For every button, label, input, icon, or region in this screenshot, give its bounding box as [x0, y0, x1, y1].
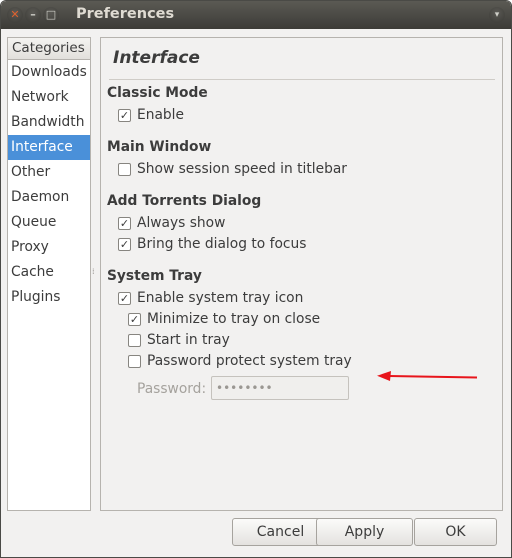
category-item-proxy[interactable]: Proxy: [8, 235, 90, 260]
window-title: Preferences: [76, 6, 175, 22]
checkbox-icon: ✓: [118, 216, 131, 230]
category-item-queue[interactable]: Queue: [8, 210, 90, 235]
minimize-icon[interactable]: –: [25, 7, 41, 23]
preferences-window: ✕ – □ Preferences ▾ Categories Downloads…: [0, 0, 512, 558]
checkbox-icon: [118, 162, 131, 176]
maximize-icon[interactable]: □: [43, 7, 59, 23]
checkbox-label: Show session speed in titlebar: [137, 161, 347, 177]
checkbox-label: Enable: [137, 107, 184, 123]
checkbox-label: Password protect system tray: [147, 353, 352, 369]
checkbox-icon: [128, 333, 141, 347]
system-tray-heading: System Tray: [107, 268, 202, 284]
apply-button[interactable]: Apply: [316, 518, 413, 546]
close-icon[interactable]: ✕: [7, 7, 23, 23]
checkbox-label: Enable system tray icon: [137, 290, 304, 306]
bring-dialog-focus-checkbox[interactable]: ✓ Bring the dialog to focus: [118, 235, 306, 253]
titlebar: ✕ – □ Preferences ▾: [1, 1, 511, 29]
interface-settings-panel: Interface Classic Mode ✓ Enable Main Win…: [100, 37, 503, 511]
annotation-arrow-icon: [377, 371, 478, 381]
minimize-to-tray-checkbox[interactable]: ✓ Minimize to tray on close: [128, 310, 320, 328]
categories-list: Categories Downloads Network Bandwidth I…: [7, 37, 91, 511]
add-torrents-heading: Add Torrents Dialog: [107, 193, 262, 209]
category-item-cache[interactable]: Cache: [8, 260, 90, 285]
category-item-interface[interactable]: Interface: [8, 135, 90, 160]
password-label: Password:: [137, 381, 207, 397]
categories-header[interactable]: Categories: [8, 38, 90, 60]
start-in-tray-checkbox[interactable]: Start in tray: [128, 331, 230, 349]
classic-mode-enable-checkbox[interactable]: ✓ Enable: [118, 106, 184, 124]
show-speed-titlebar-checkbox[interactable]: Show session speed in titlebar: [118, 160, 347, 178]
category-item-downloads[interactable]: Downloads: [8, 60, 90, 85]
title-divider: [109, 79, 495, 80]
checkbox-icon: ✓: [118, 108, 131, 122]
checkbox-label: Start in tray: [147, 332, 230, 348]
checkbox-label: Always show: [137, 215, 226, 231]
category-item-plugins[interactable]: Plugins: [8, 285, 90, 310]
always-show-checkbox[interactable]: ✓ Always show: [118, 214, 225, 232]
page-title: Interface: [113, 48, 200, 68]
category-item-daemon[interactable]: Daemon: [8, 185, 90, 210]
main-window-heading: Main Window: [107, 139, 212, 155]
tray-password-input[interactable]: [211, 376, 349, 400]
category-item-bandwidth[interactable]: Bandwidth: [8, 110, 90, 135]
checkbox-icon: ✓: [118, 291, 131, 305]
checkbox-icon: ✓: [118, 237, 131, 251]
checkbox-icon: ✓: [128, 312, 141, 326]
window-menu-icon[interactable]: ▾: [489, 7, 505, 23]
pane-splitter-handle[interactable]: ⁞: [92, 267, 95, 276]
ok-button[interactable]: OK: [414, 518, 497, 546]
password-protect-tray-checkbox[interactable]: Password protect system tray: [128, 352, 352, 370]
checkbox-label: Bring the dialog to focus: [137, 236, 307, 252]
checkbox-icon: [128, 354, 141, 368]
checkbox-label: Minimize to tray on close: [147, 311, 321, 327]
cancel-button[interactable]: Cancel: [232, 518, 329, 546]
enable-tray-icon-checkbox[interactable]: ✓ Enable system tray icon: [118, 289, 303, 307]
category-item-other[interactable]: Other: [8, 160, 90, 185]
classic-mode-heading: Classic Mode: [107, 85, 208, 101]
category-item-network[interactable]: Network: [8, 85, 90, 110]
